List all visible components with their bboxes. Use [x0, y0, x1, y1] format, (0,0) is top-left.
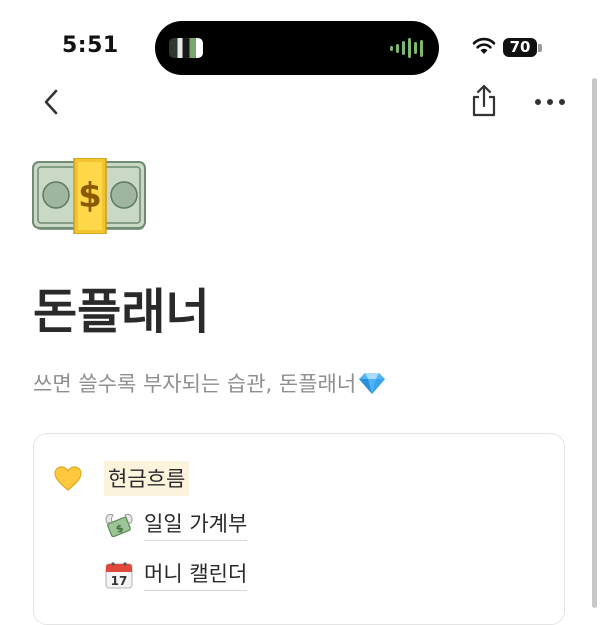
toc-card: 현금흐름 $ 일일 가계부 17 머니 캘린더 [33, 433, 565, 625]
gem-emoji [359, 373, 386, 394]
battery-icon: 70 [503, 38, 537, 57]
page-title: 돈플래너 [33, 284, 210, 340]
page-subtitle: 쓰면 쓸수록 부자되는 습관, 돈플래너 [33, 368, 386, 398]
scrollbar-thumb[interactable] [592, 78, 597, 608]
section-label: 현금흐름 [104, 461, 190, 496]
wifi-icon [472, 37, 496, 54]
section-heading-cashflow[interactable]: 현금흐름 [54, 461, 190, 496]
page-link-daily-budget[interactable]: $ 일일 가계부 [104, 508, 248, 541]
page-subtitle-text: 쓰면 쓸수록 부자되는 습관, 돈플래너 [33, 372, 357, 396]
dynamic-island[interactable] [155, 21, 439, 75]
more-icon[interactable] [534, 97, 566, 107]
yellow-heart-emoji [54, 465, 82, 491]
audio-waveform-icon [390, 37, 423, 59]
svg-text:17: 17 [111, 574, 128, 588]
page-link-label: 일일 가계부 [144, 508, 248, 541]
calendar-17-emoji: 17 [105, 561, 133, 588]
money-with-wings-emoji: $ [105, 513, 133, 537]
page-link-label: 머니 캘린더 [144, 558, 248, 591]
share-icon[interactable] [470, 84, 498, 118]
chevron-left-icon[interactable] [40, 88, 62, 116]
status-time: 5:51 [62, 33, 119, 58]
svg-text:$: $ [78, 176, 102, 216]
banknote-with-dollar-sign-emoji[interactable]: $ [32, 158, 148, 234]
battery-cap [538, 44, 542, 52]
page-link-money-calendar[interactable]: 17 머니 캘린더 [104, 558, 248, 591]
now-playing-thumbnail [169, 38, 203, 58]
